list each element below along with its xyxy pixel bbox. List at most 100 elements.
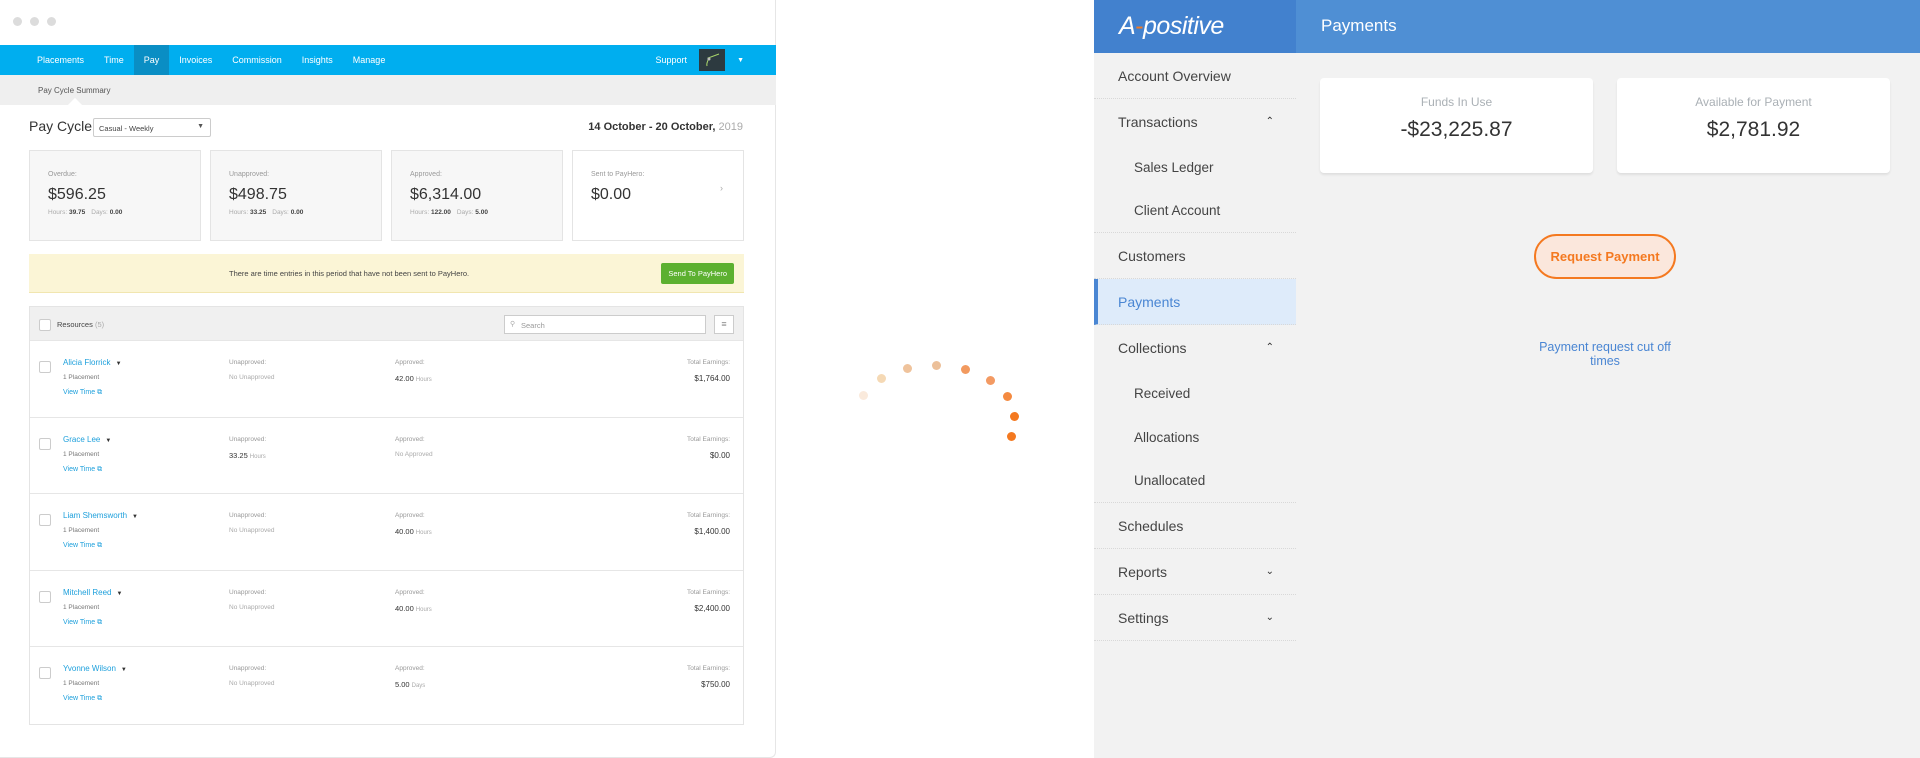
sidebar-item-settings[interactable]: Settings ⌄ [1094, 595, 1296, 641]
view-time-link[interactable]: View Time ⧉ [63, 389, 102, 397]
sidebar-item-account-overview[interactable]: Account Overview [1094, 53, 1296, 99]
user-menu-caret-icon[interactable]: ▼ [737, 57, 744, 64]
funds-in-use-card: Funds In Use -$23,225.87 [1320, 78, 1593, 173]
nav-support[interactable]: Support [656, 55, 688, 65]
nav-invoices[interactable]: Invoices [169, 45, 222, 75]
sidebar-item-label: Settings [1118, 609, 1169, 626]
sidebar-item-reports[interactable]: Reports ⌄ [1094, 549, 1296, 595]
chevron-down-icon[interactable]: ⌄ [1266, 566, 1274, 577]
chevron-up-icon[interactable]: ⌃ [1266, 342, 1274, 353]
view-time-link[interactable]: View Time ⧉ [63, 542, 102, 550]
summary-cards: Overdue: $596.25 Hours: 39.75 Days: 0.00 … [29, 150, 744, 241]
sidebar-item-collections[interactable]: Collections ⌃ [1094, 325, 1296, 371]
logo-area[interactable]: A-positive [1094, 0, 1296, 53]
view-time-label: View Time [63, 465, 96, 473]
card-overdue[interactable]: Overdue: $596.25 Hours: 39.75 Days: 0.00 [29, 150, 201, 241]
resource-name: Liam Shemsworth [63, 511, 128, 520]
approved-amount: 42.00 [395, 374, 414, 383]
card-approved[interactable]: Approved: $6,314.00 Hours: 122.00 Days: 5… [391, 150, 563, 241]
unapproved-amount: No Unapproved [229, 680, 275, 687]
sidebar-item-label: Transactions [1118, 114, 1198, 130]
chevron-down-icon[interactable]: ⌄ [1266, 612, 1274, 623]
sidebar-item-sales-ledger[interactable]: Sales Ledger [1094, 145, 1296, 189]
nav-commission[interactable]: Commission [222, 45, 292, 75]
card-unapproved[interactable]: Unapproved: $498.75 Hours: 33.25 Days: 0.… [210, 150, 382, 241]
card-value: $6,314.00 [410, 186, 482, 203]
sidebar-item-label: Customers [1118, 247, 1186, 264]
resource-name-link[interactable]: Grace Lee ▼ [63, 435, 111, 444]
resource-name-link[interactable]: Liam Shemsworth ▼ [63, 511, 138, 520]
sidebar-item-payments[interactable]: Payments [1094, 279, 1296, 325]
caret-down-icon[interactable]: ▼ [116, 361, 122, 367]
nav-manage[interactable]: Manage [343, 45, 396, 75]
row-checkbox[interactable] [39, 514, 51, 526]
view-time-link[interactable]: View Time ⧉ [63, 619, 102, 627]
select-all-checkbox[interactable] [39, 319, 51, 331]
total-earnings-value: $1,764.00 [694, 374, 730, 383]
nav-placements[interactable]: Placements [27, 45, 94, 75]
send-to-payhero-button[interactable]: Send To PayHero [661, 263, 734, 284]
loader-dot [1006, 432, 1016, 442]
resource-row: Alicia Florrick ▼ 1 Placement View Time ⧉… [30, 340, 743, 417]
unapproved-label: Unapproved: [229, 512, 267, 519]
sidebar-item-received[interactable]: Received [1094, 371, 1296, 415]
sidebar-item-schedules[interactable]: Schedules [1094, 503, 1296, 549]
row-checkbox[interactable] [39, 667, 51, 679]
pay-cycle-select[interactable]: Casual - Weekly ▼ [93, 118, 211, 137]
card-meta: Hours: 39.75 Days: 0.00 [48, 209, 200, 216]
sidebar-item-label: Allocations [1134, 429, 1200, 445]
resource-row: Liam Shemsworth ▼ 1 Placement View Time ⧉… [30, 493, 743, 570]
sidebar-item-label: Sales Ledger [1134, 159, 1214, 175]
pay-cycle-selected: Casual - Weekly [99, 124, 154, 133]
chevron-right-icon[interactable]: › [720, 183, 723, 193]
minimize-dot[interactable] [30, 17, 39, 26]
row-checkbox[interactable] [39, 437, 51, 450]
search-input[interactable]: ⚲ Search [504, 315, 706, 334]
maximize-dot[interactable] [47, 17, 56, 26]
approved-unit: Hours [415, 606, 432, 613]
resource-name-link[interactable]: Yvonne Wilson ▼ [63, 664, 127, 673]
nav-pay[interactable]: Pay [133, 45, 170, 75]
card-label: Overdue: [48, 171, 77, 178]
total-earnings-label: Total Earnings: [687, 435, 730, 443]
resource-name-link[interactable]: Mitchell Reed ▼ [63, 588, 122, 597]
nav-time[interactable]: Time [94, 45, 134, 75]
approved-unit: Days [411, 683, 426, 689]
list-menu-button[interactable]: ≡ [714, 315, 734, 334]
card-sent-to-payhero[interactable]: Sent to PayHero: $0.00 › [572, 150, 744, 241]
caret-down-icon[interactable]: ▼ [121, 667, 127, 673]
cutoff-times-link[interactable]: Payment request cut off times [1524, 340, 1686, 368]
hours-value: 122.00 [430, 209, 451, 216]
resource-name: Yvonne Wilson [63, 664, 116, 673]
view-time-link[interactable]: View Time ⧉ [63, 466, 102, 474]
sidebar-item-customers[interactable]: Customers [1094, 233, 1296, 279]
nav-insights[interactable]: Insights [292, 45, 343, 75]
total-earnings-label: Total Earnings: [687, 359, 730, 366]
request-payment-button[interactable]: Request Payment [1534, 234, 1676, 279]
card-value: $596.25 [48, 186, 106, 203]
chevron-up-icon[interactable]: ⌃ [1266, 116, 1274, 127]
row-checkbox[interactable] [39, 590, 51, 603]
approved-value: 40.00 Hours [395, 527, 432, 536]
user-avatar[interactable] [699, 49, 726, 71]
sidebar-item-client-account[interactable]: Client Account [1094, 189, 1296, 233]
close-dot[interactable] [13, 17, 22, 26]
total-earnings-label: Total Earnings: [687, 512, 730, 519]
breadcrumb-pay-cycle-summary[interactable]: Pay Cycle Summary [38, 86, 110, 95]
caret-down-icon[interactable]: ▼ [132, 514, 138, 520]
unapproved-label: Unapproved: [229, 665, 267, 672]
placement-count: 1 Placement [63, 680, 100, 687]
view-time-link[interactable]: View Time ⧉ [63, 695, 102, 703]
card-meta: Hours: 33.25 Days: 0.00 [229, 209, 381, 216]
sidebar-item-unallocated[interactable]: Unallocated [1094, 459, 1296, 503]
approved-amount: 40.00 [395, 603, 414, 613]
external-link-icon: ⧉ [97, 389, 103, 396]
resource-name-link[interactable]: Alicia Florrick ▼ [63, 358, 122, 367]
hours-value: 33.25 [249, 209, 267, 216]
caret-down-icon[interactable]: ▼ [116, 591, 122, 597]
row-checkbox[interactable] [39, 361, 51, 373]
caret-down-icon[interactable]: ▼ [105, 438, 111, 444]
sidebar-item-transactions[interactable]: Transactions ⌃ [1094, 99, 1296, 145]
card-label: Approved: [410, 171, 442, 178]
sidebar-item-allocations[interactable]: Allocations [1094, 415, 1296, 459]
